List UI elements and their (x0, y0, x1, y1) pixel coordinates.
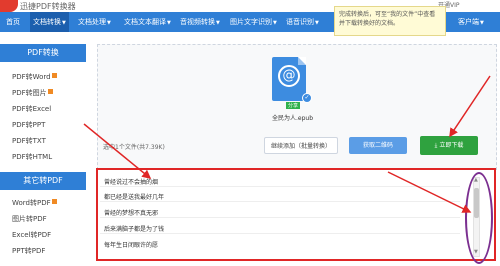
brand-name: 迅捷PDF转换器 (20, 2, 76, 11)
download-icon: ⤓ (434, 142, 438, 149)
sidebar-title-pdf-convert: PDF转换 (0, 44, 86, 62)
file-name: 全民为人.epub (272, 115, 314, 122)
sidebar-item-excel-to-pdf[interactable]: Excel转PDF (12, 230, 82, 240)
sidebar-item-pdf-to-word[interactable]: PDF转Word (12, 72, 82, 82)
at-sign-icon: @ (278, 65, 300, 87)
sidebar-item-pdf-to-txt[interactable]: PDF转TXT (12, 136, 82, 146)
nav-ocr[interactable]: 图片文字识别▼ (230, 12, 277, 32)
line-divider (100, 233, 460, 234)
share-badge: 分享 (286, 102, 301, 109)
nav-doc-convert[interactable]: 文档转换▼ (30, 12, 69, 32)
get-qrcode-button[interactable]: 获取二维码 (349, 137, 407, 154)
nav-speech[interactable]: 语音识别▼ (286, 12, 319, 32)
highlight-ellipse (465, 172, 493, 264)
nav-doc-translate[interactable]: 文档文本翻译▼ (124, 12, 171, 32)
nav-av-convert[interactable]: 音视频转换▼ (180, 12, 220, 32)
hint-tooltip: 完成转换后，可至“我的文件”中查看并下载转换好的文档。 (334, 6, 446, 36)
sidebar-item-word-to-pdf[interactable]: Word转PDF (12, 198, 82, 208)
hot-badge-icon (51, 199, 57, 204)
sidebar-item-pdf-to-ppt[interactable]: PDF转PPT (12, 120, 82, 130)
text-line: 曾经的梦想不真无邪 (104, 210, 159, 217)
sidebar-item-pdf-to-excel[interactable]: PDF转Excel (12, 104, 82, 114)
sidebar-title-other-to-pdf: 其它转PDF (0, 172, 86, 190)
page-fold (298, 57, 306, 65)
text-line: 后来满脑子都是为了钱 (104, 226, 165, 233)
text-line: 都已经是送我最好几年 (104, 194, 165, 201)
continue-add-button[interactable]: 继续添加（批量转换） (264, 137, 338, 154)
hot-badge-icon (47, 89, 53, 94)
sidebar-item-ppt-to-pdf[interactable]: PPT转PDF (12, 246, 82, 256)
download-button[interactable]: ⤓ 立即下载 (420, 136, 478, 155)
epub-file-icon[interactable]: @ (272, 57, 306, 101)
nav-client[interactable]: 客户端▼ (458, 12, 484, 32)
line-divider (100, 217, 460, 218)
hot-badge-icon (51, 73, 57, 78)
selection-info: 选中1个文件(共7.39K) (103, 144, 165, 151)
line-divider (100, 186, 460, 187)
sidebar-item-pdf-to-image[interactable]: PDF转图片 (12, 88, 82, 98)
sidebar-item-image-to-pdf[interactable]: 图片转PDF (12, 214, 82, 224)
text-line: 曾经说过不会抽的烟 (104, 179, 159, 186)
nav-doc-process[interactable]: 文档处理▼ (78, 12, 111, 32)
nav-home[interactable]: 首页 (6, 12, 20, 32)
line-divider (100, 201, 460, 202)
check-icon[interactable]: ✓ (302, 93, 312, 103)
text-line: 每年生日闭眼许的愿 (104, 242, 159, 249)
sidebar-item-pdf-to-html[interactable]: PDF转HTML (12, 152, 82, 162)
